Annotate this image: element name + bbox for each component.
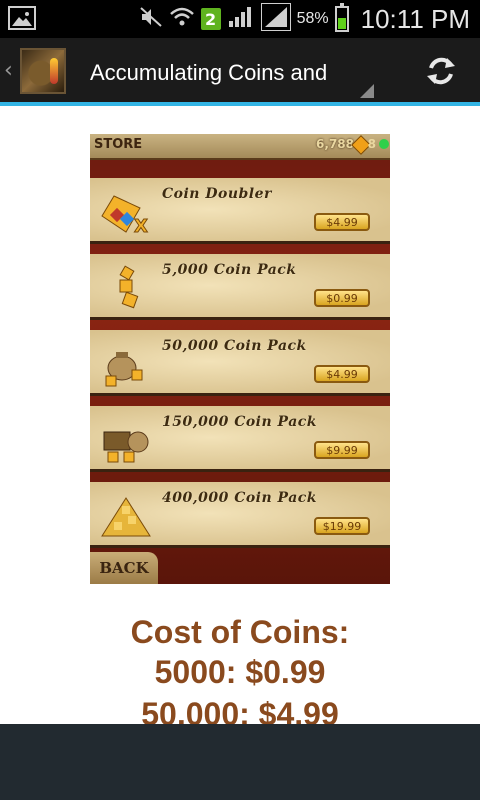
item-name: 150,000 Coin Pack	[162, 414, 317, 430]
store-item: 400,000 Coin Pack $19.99	[90, 482, 390, 548]
battery-percent: 58%	[296, 10, 329, 27]
price-button: $4.99	[314, 365, 370, 383]
up-caret-icon[interactable]: ‹	[4, 58, 13, 83]
coin-pile-icon	[100, 492, 152, 540]
refresh-icon[interactable]	[424, 54, 458, 88]
svg-text:X: X	[134, 216, 148, 236]
item-name: 400,000 Coin Pack	[162, 490, 317, 506]
dropdown-indicator-icon[interactable]	[360, 84, 374, 98]
sim-badge: 2	[200, 8, 221, 30]
price-button: $9.99	[314, 441, 370, 459]
wifi-icon	[169, 6, 195, 32]
gallery-icon	[8, 6, 36, 30]
store-label: STORE	[94, 137, 143, 152]
coin-chest-icon	[100, 416, 152, 464]
item-name: 5,000 Coin Pack	[162, 262, 297, 278]
price-button: $4.99	[314, 213, 370, 231]
coin-doubler-icon: X	[100, 188, 152, 238]
status-bar: 2 58% 10:11 PM	[0, 0, 480, 38]
store-item: 5,000 Coin Pack $0.99	[90, 254, 390, 320]
mute-icon	[139, 6, 163, 32]
item-name: 50,000 Coin Pack	[162, 338, 307, 354]
price-button: $19.99	[314, 517, 370, 535]
cost-line: 5000: $0.99	[154, 654, 326, 690]
app-icon[interactable]	[20, 48, 66, 94]
store-header: STORE 6,788 8	[90, 134, 390, 160]
back-button: BACK	[90, 552, 158, 584]
coin-stack-icon	[100, 264, 152, 312]
article-content[interactable]: STORE 6,788 8 X Coin Doubler $4.99 5,000…	[0, 106, 480, 724]
action-bar: ‹ Accumulating Coins and	[0, 38, 480, 106]
gem-count: 8	[367, 137, 376, 151]
store-item: 50,000 Coin Pack $4.99	[90, 330, 390, 396]
item-name: Coin Doubler	[162, 186, 272, 202]
clock: 10:11 PM	[360, 3, 470, 34]
gem-icon	[379, 139, 389, 149]
signal-icon	[227, 5, 255, 33]
price-button: $0.99	[314, 289, 370, 307]
store-item: X Coin Doubler $4.99	[90, 178, 390, 244]
store-item: 150,000 Coin Pack $9.99	[90, 406, 390, 472]
cost-line: 50,000: $4.99	[141, 696, 339, 724]
coin-bag-icon	[100, 340, 152, 388]
battery-icon	[334, 3, 349, 32]
store-screenshot: STORE 6,788 8 X Coin Doubler $4.99 5,000…	[90, 134, 390, 584]
signal-icon	[259, 2, 292, 35]
coin-count: 6,788	[316, 137, 354, 151]
navigation-bar	[0, 724, 480, 800]
page-title[interactable]: Accumulating Coins and	[90, 60, 360, 86]
cost-heading: Cost of Coins:	[130, 614, 350, 650]
